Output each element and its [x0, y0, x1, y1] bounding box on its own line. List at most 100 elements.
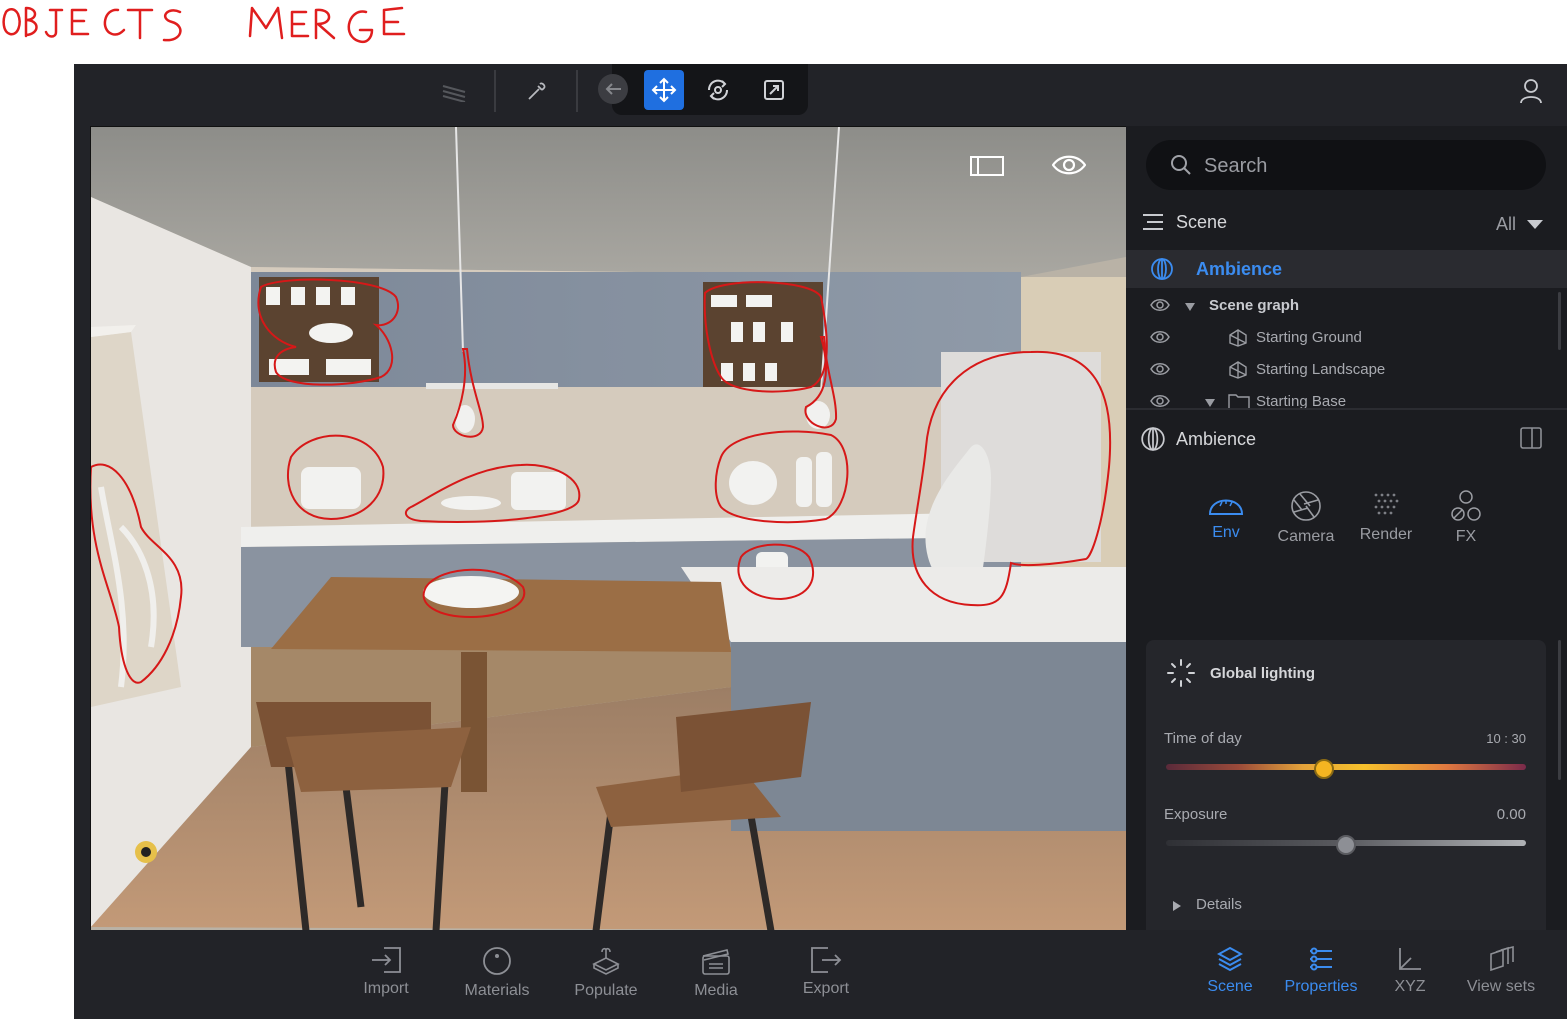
media-label: Media: [694, 982, 738, 999]
materials-label: Materials: [464, 982, 530, 999]
toolbar-divider: [576, 70, 578, 112]
properties-title: Ambience: [1176, 429, 1257, 449]
scene-filter-dropdown[interactable]: All: [1496, 214, 1544, 235]
tree-label: Ambience: [1196, 259, 1283, 279]
search-icon: [1171, 155, 1191, 175]
scene-tab-label: Scene: [1207, 978, 1253, 995]
materials-icon: [483, 947, 511, 975]
visibility-eye-icon[interactable]: [1150, 298, 1170, 312]
visibility-eye-icon[interactable]: [1150, 394, 1170, 408]
scene-label: Scene: [1176, 212, 1228, 232]
tab-label: Camera: [1277, 528, 1335, 545]
kitchen-render: [91, 127, 1126, 931]
top-toolbar: [74, 64, 1567, 124]
view-sets-icon: [1490, 946, 1514, 972]
menu-icon[interactable]: [1142, 212, 1164, 232]
expand-triangle-icon[interactable]: [1204, 398, 1216, 408]
xyz-tab-label: XYZ: [1394, 978, 1426, 995]
layers-stack-icon[interactable]: [438, 76, 470, 106]
scene-filter-value: All: [1496, 214, 1517, 234]
search-input[interactable]: [1202, 140, 1526, 192]
properties-header: Ambience: [1126, 420, 1567, 460]
scene-header: Scene All: [1126, 206, 1567, 246]
materials-button[interactable]: Materials: [452, 930, 542, 1019]
frame-icon[interactable]: [967, 153, 1007, 179]
user-icon[interactable]: [1514, 76, 1548, 106]
tab-render[interactable]: Render: [1346, 490, 1426, 560]
tab-camera[interactable]: Camera: [1266, 490, 1346, 560]
scene-tab-button[interactable]: Scene: [1198, 930, 1262, 1019]
exposure-label: Exposure: [1164, 806, 1228, 823]
clapperboard-icon: [702, 949, 730, 975]
globe-icon: [1151, 258, 1173, 280]
sun-icon: [1167, 659, 1195, 687]
move-icon[interactable]: [644, 70, 684, 110]
details-toggle[interactable]: Details: [1196, 896, 1242, 913]
populate-button[interactable]: Populate: [568, 930, 644, 1019]
tree-item-starting-ground[interactable]: Starting Ground: [1126, 322, 1567, 354]
scale-icon[interactable]: [756, 74, 792, 106]
split-panel-icon[interactable]: [1520, 427, 1542, 449]
visibility-eye-icon[interactable]: [1150, 362, 1170, 376]
expand-triangle-icon[interactable]: [1184, 302, 1196, 312]
tree-scrollbar[interactable]: [1558, 292, 1561, 350]
aperture-icon: [1291, 491, 1321, 521]
export-icon: [811, 947, 842, 973]
view-sets-tab-label: View sets: [1466, 978, 1536, 995]
populate-icon: [592, 947, 620, 975]
global-lighting-card: Global lighting Time of day 10 : 30 Expo…: [1146, 640, 1546, 930]
tree-item-scene-graph[interactable]: Scene graph: [1126, 290, 1567, 322]
eyedropper-icon[interactable]: [521, 76, 553, 106]
export-label: Export: [802, 980, 850, 997]
mesh-icon: [1229, 329, 1247, 347]
sliders-icon: [1310, 947, 1332, 971]
media-button[interactable]: Media: [682, 930, 750, 1019]
tree-item-ambience[interactable]: Ambience: [1126, 250, 1567, 288]
search-bar[interactable]: [1146, 140, 1546, 192]
time-of-day-value: 10 : 30: [1486, 731, 1526, 746]
import-label: Import: [363, 980, 409, 997]
rotate-icon[interactable]: [700, 74, 736, 106]
chevron-down-icon: [1527, 220, 1544, 229]
render-dots-icon: [1374, 493, 1399, 515]
export-button[interactable]: Export: [792, 930, 860, 1019]
axes-icon: [1399, 948, 1421, 970]
visibility-eye-icon[interactable]: [1150, 330, 1170, 344]
tab-label: Render: [1359, 526, 1413, 543]
properties-tab-label: Properties: [1284, 978, 1358, 995]
bottom-toolbar: Import Materials Populate Media Export S…: [74, 930, 1567, 1019]
tab-label: Env: [1212, 524, 1240, 541]
exposure-slider-knob[interactable]: [1336, 835, 1356, 855]
3d-viewport[interactable]: [90, 126, 1127, 932]
import-button[interactable]: Import: [350, 930, 422, 1019]
tab-fx[interactable]: FX: [1426, 490, 1506, 560]
fx-circles-icon: [1451, 490, 1481, 521]
expand-triangle-icon[interactable]: [1172, 900, 1182, 912]
toolbar-divider: [494, 70, 496, 112]
environment-icon: [1208, 499, 1244, 515]
properties-tab-button[interactable]: Properties: [1278, 930, 1364, 1019]
populate-label: Populate: [574, 982, 638, 999]
handwritten-annotation: [2, 6, 406, 44]
globe-icon: [1141, 427, 1165, 451]
xyz-tab-button[interactable]: XYZ: [1384, 930, 1436, 1019]
right-panel: Scene All Ambience Scene graph Starting …: [1126, 126, 1567, 930]
tree-label: Starting Ground: [1256, 329, 1362, 346]
time-of-day-slider[interactable]: [1166, 764, 1526, 770]
tab-env[interactable]: Env: [1186, 490, 1266, 560]
import-icon: [372, 947, 401, 973]
eye-icon[interactable]: [1049, 151, 1089, 179]
app-window: Scene All Ambience Scene graph Starting …: [74, 64, 1567, 1019]
tree-label: Starting Landscape: [1256, 361, 1386, 378]
time-of-day-slider-knob[interactable]: [1314, 759, 1335, 779]
section-divider: [1126, 408, 1567, 410]
properties-scrollbar[interactable]: [1558, 640, 1561, 780]
layers-icon: [1217, 946, 1243, 972]
back-arrow-icon[interactable]: [598, 74, 628, 104]
tab-label: FX: [1455, 528, 1477, 545]
tree-item-starting-landscape[interactable]: Starting Landscape: [1126, 354, 1567, 386]
global-lighting-title: Global lighting: [1210, 665, 1315, 682]
mesh-icon: [1229, 361, 1247, 379]
view-sets-tab-button[interactable]: View sets: [1460, 930, 1542, 1019]
exposure-value: 0.00: [1496, 806, 1526, 823]
